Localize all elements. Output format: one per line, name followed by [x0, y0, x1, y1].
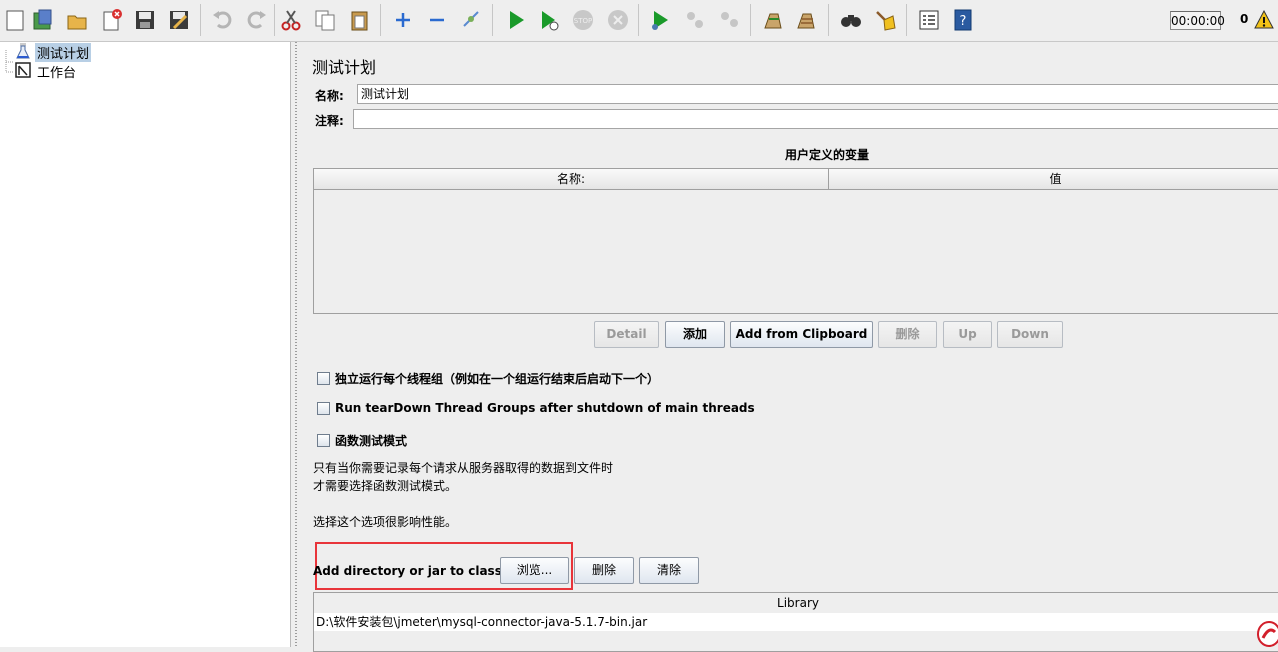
function-helper-icon[interactable]	[914, 4, 944, 36]
templates-icon[interactable]	[28, 4, 58, 36]
checkbox-label: Run tearDown Thread Groups after shutdow…	[335, 401, 755, 415]
collapse-icon[interactable]	[422, 4, 452, 36]
column-header-value[interactable]: 值	[829, 169, 1278, 190]
toggle-icon[interactable]	[456, 4, 486, 36]
remote-shutdown-icon[interactable]	[714, 4, 744, 36]
run-teardown-checkbox[interactable]: Run tearDown Thread Groups after shutdow…	[317, 401, 755, 415]
reset-search-icon[interactable]	[870, 4, 900, 36]
classpath-clear-button[interactable]: 清除	[639, 557, 699, 584]
panel-title: 测试计划	[312, 58, 377, 77]
functional-test-mode-checkbox[interactable]: 函数测试模式	[317, 432, 407, 449]
name-label: 名称:	[315, 89, 344, 103]
user-variables-table[interactable]: 名称: 值	[313, 168, 1278, 314]
stop-icon[interactable]: STOP	[568, 4, 598, 36]
functional-mode-note-line2: 才需要选择函数测试模式。	[313, 479, 458, 493]
close-icon[interactable]	[97, 4, 127, 36]
save-as-icon[interactable]	[164, 4, 194, 36]
comment-field[interactable]	[353, 109, 1278, 129]
workbench-icon	[14, 61, 32, 82]
clear-all-icon[interactable]	[791, 4, 821, 36]
save-icon[interactable]	[130, 4, 160, 36]
table-row[interactable]: D:\软件安装包\jmeter\mysql-connector-java-5.1…	[314, 613, 1278, 631]
new-icon[interactable]	[0, 4, 30, 36]
run-thread-groups-consecutively-checkbox[interactable]: 独立运行每个线程组（例如在一个组运行结束后启动下一个）	[317, 370, 659, 387]
add-button[interactable]: 添加	[665, 321, 725, 348]
remote-stop-icon[interactable]	[680, 4, 710, 36]
toolbar: STOP ? 00:00:00 0	[0, 0, 1278, 42]
performance-warning-note: 选择这个选项很影响性能。	[313, 515, 458, 529]
checkbox-box[interactable]	[317, 401, 330, 415]
start-no-pause-icon[interactable]	[534, 4, 564, 36]
checkbox-box[interactable]	[317, 434, 330, 447]
redo-icon[interactable]	[242, 4, 272, 36]
user-variables-title: 用户定义的变量	[784, 148, 869, 162]
checkbox-box[interactable]	[317, 372, 330, 385]
tree-item-workbench[interactable]: 工作台	[14, 61, 78, 82]
undo-icon[interactable]	[207, 4, 237, 36]
down-button[interactable]: Down	[997, 321, 1063, 348]
open-icon[interactable]	[62, 4, 92, 36]
comment-label: 注释:	[315, 114, 344, 128]
test-plan-icon	[14, 42, 32, 63]
search-icon[interactable]	[836, 4, 866, 36]
svg-text:?: ?	[960, 14, 967, 29]
detail-button[interactable]: Detail	[594, 321, 659, 348]
copy-icon[interactable]	[310, 4, 340, 36]
elapsed-timer: 00:00:00	[1170, 11, 1225, 30]
column-header-library[interactable]: Library	[314, 593, 1278, 614]
start-icon[interactable]	[501, 4, 531, 36]
cut-icon[interactable]	[276, 4, 306, 36]
paste-icon[interactable]	[345, 4, 375, 36]
add-from-clipboard-button[interactable]: Add from Clipboard	[730, 321, 873, 348]
library-table[interactable]: Library D:\软件安装包\jmeter\mysql-connector-…	[313, 592, 1278, 652]
checkbox-label: 独立运行每个线程组（例如在一个组运行结束后启动下一个）	[335, 372, 660, 386]
tree-item-label: 测试计划	[35, 42, 92, 62]
jmeter-feather-icon	[1255, 608, 1278, 650]
checkbox-label: 函数测试模式	[335, 434, 408, 448]
delete-button[interactable]: 删除	[878, 321, 937, 348]
functional-mode-note-line1: 只有当你需要记录每个请求从服务器取得的数据到文件时	[313, 461, 614, 475]
svg-text:STOP: STOP	[574, 17, 592, 25]
remote-start-icon[interactable]	[645, 4, 675, 36]
error-count: 0	[1240, 12, 1249, 26]
name-field[interactable]: 测试计划	[357, 84, 1278, 104]
split-pane-divider[interactable]	[291, 42, 301, 647]
expand-icon[interactable]	[388, 4, 418, 36]
shutdown-icon[interactable]	[603, 4, 633, 36]
test-tree: 测试计划 工作台	[0, 42, 291, 647]
clear-icon[interactable]	[757, 4, 787, 36]
test-plan-panel: 测试计划 名称: 测试计划 注释: 用户定义的变量 名称: 值 Detail 添…	[302, 42, 1278, 652]
up-button[interactable]: Up	[943, 321, 992, 348]
tree-item-label: 工作台	[37, 65, 77, 81]
tree-item-test-plan[interactable]: 测试计划	[14, 42, 92, 63]
help-icon[interactable]: ?	[948, 4, 978, 36]
warning-icon[interactable]	[1254, 9, 1274, 33]
browse-button[interactable]: 浏览...	[500, 557, 569, 584]
column-header-name[interactable]: 名称:	[314, 169, 829, 190]
classpath-delete-button[interactable]: 删除	[574, 557, 634, 584]
